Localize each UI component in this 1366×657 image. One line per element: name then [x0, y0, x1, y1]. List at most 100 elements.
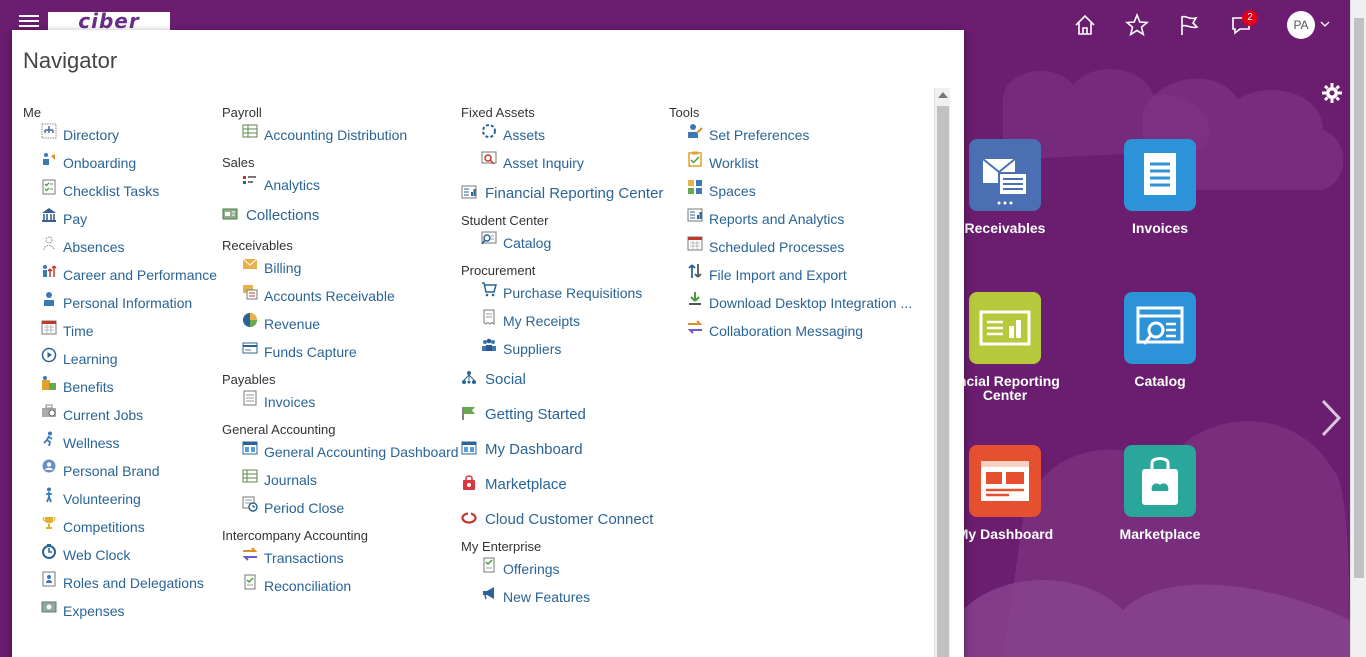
tile-catalog[interactable]	[1124, 292, 1196, 364]
nav-item-download-desktop-integration[interactable]: Download Desktop Integration ...	[687, 289, 924, 317]
nav-item-asset-inquiry[interactable]: Asset Inquiry	[481, 149, 671, 177]
nav-item-accounting-distribution[interactable]: Accounting Distribution	[242, 121, 457, 149]
gear-icon[interactable]	[1321, 82, 1343, 104]
tile-receivables[interactable]	[969, 139, 1041, 211]
navigator-scrollbar-thumb[interactable]	[937, 106, 949, 657]
nav-item-marketplace[interactable]: Marketplace	[461, 468, 671, 503]
nav-item-checklist-tasks[interactable]: Checklist Tasks	[41, 177, 218, 205]
group-title-intercompany-accounting: Intercompany Accounting	[222, 528, 368, 543]
nav-item-offerings[interactable]: Offerings	[481, 555, 671, 583]
page-scrollbar-thumb[interactable]	[1354, 18, 1364, 578]
chevron-down-icon[interactable]	[1320, 19, 1330, 29]
nav-item-accounts-receivable[interactable]: Accounts Receivable	[242, 282, 457, 310]
nav-item-benefits[interactable]: Benefits	[41, 373, 218, 401]
download-icon	[689, 292, 701, 305]
nav-item-new-features[interactable]: New Features	[481, 583, 671, 611]
nav-item-cloud-customer-connect[interactable]: Cloud Customer Connect	[461, 503, 671, 538]
nav-item-period-close[interactable]: Period Close	[242, 494, 457, 522]
invoices-icon	[1144, 153, 1176, 195]
megaphone-icon	[483, 587, 494, 600]
tile-label[interactable]: Marketplace	[1085, 527, 1235, 541]
nav-item-learning[interactable]: Learning	[41, 345, 218, 373]
nav-item-directory[interactable]: Directory	[41, 121, 218, 149]
company-logo[interactable]: ciber	[48, 11, 170, 31]
hamburger-menu-icon[interactable]	[19, 15, 39, 31]
nav-item-competitions[interactable]: Competitions	[41, 513, 218, 541]
favorites-star-icon[interactable]	[1124, 12, 1150, 38]
nav-item-reports-and-analytics[interactable]: Reports and Analytics	[687, 205, 924, 233]
nav-item-career-and-performance[interactable]: Career and Performance	[41, 261, 218, 289]
home-icon[interactable]	[1072, 12, 1098, 38]
nav-item-transactions[interactable]: Transactions	[242, 544, 457, 572]
worklist-icon	[688, 151, 702, 167]
nav-item-getting-started[interactable]: Getting Started	[461, 398, 671, 433]
nav-item-personal-brand[interactable]: Personal Brand	[41, 457, 218, 485]
nav-item-my-dashboard[interactable]: My Dashboard	[461, 433, 671, 468]
onboarding-icon	[43, 153, 55, 165]
nav-item-suppliers[interactable]: Suppliers	[481, 335, 671, 363]
group-title-payables: Payables	[222, 372, 276, 387]
scroll-up-arrow-icon[interactable]	[938, 92, 948, 98]
flag-icon	[462, 407, 475, 420]
nav-item-funds-capture[interactable]: Funds Capture	[242, 338, 457, 366]
dashboard-icon	[242, 441, 258, 455]
receivables-icon	[982, 158, 1028, 205]
nav-item-collaboration-messaging[interactable]: Collaboration Messaging	[687, 317, 924, 345]
tile-invoices[interactable]	[1124, 139, 1196, 211]
journal-icon	[242, 469, 258, 483]
user-avatar[interactable]: PA	[1287, 11, 1315, 39]
period-close-icon	[242, 496, 258, 512]
nav-item-journals[interactable]: Journals	[242, 466, 457, 494]
nav-item-reconciliation[interactable]: Reconciliation	[242, 572, 457, 600]
nav-item-purchase-requisitions[interactable]: Purchase Requisitions	[481, 279, 671, 307]
nav-item-scheduled-processes[interactable]: Scheduled Processes	[687, 233, 924, 261]
nav-item-personal-information[interactable]: Personal Information	[41, 289, 218, 317]
tile-marketplace[interactable]	[1124, 445, 1196, 517]
nav-item-catalog[interactable]: Catalog	[481, 229, 671, 257]
nav-item-roles-and-delegations[interactable]: Roles and Delegations	[41, 569, 218, 597]
nav-item-general-accounting-dashboard[interactable]: General Accounting Dashboard	[242, 438, 459, 466]
tile-label[interactable]: Invoices	[1085, 221, 1235, 235]
play-circle-icon	[41, 347, 57, 363]
nav-item-expenses[interactable]: Expenses	[41, 597, 218, 625]
nav-item-collections[interactable]: Collections	[222, 199, 457, 234]
offerings-icon	[483, 557, 495, 573]
nav-item-web-clock[interactable]: Web Clock	[41, 541, 218, 569]
nav-item-spaces[interactable]: Spaces	[687, 177, 924, 205]
nav-item-my-receipts[interactable]: My Receipts	[481, 307, 671, 335]
nav-item-current-jobs[interactable]: Current Jobs	[41, 401, 218, 429]
watchlist-flag-icon[interactable]	[1176, 12, 1202, 38]
career-icon	[43, 265, 57, 277]
nav-item-file-import-and-export[interactable]: File Import and Export	[687, 261, 924, 289]
tile-my-dashboard[interactable]	[969, 445, 1041, 517]
nav-item-financial-reporting-center[interactable]: Financial Reporting Center	[461, 177, 671, 212]
nav-item-pay[interactable]: Pay	[41, 205, 218, 233]
tile-label[interactable]: Catalog	[1085, 374, 1235, 388]
nav-item-time[interactable]: Time	[41, 317, 218, 345]
next-page-arrow-icon[interactable]	[1318, 398, 1344, 438]
nav-item-volunteering[interactable]: Volunteering	[41, 485, 218, 513]
nav-item-onboarding[interactable]: Onboarding	[41, 149, 218, 177]
group-title-my-enterprise: My Enterprise	[461, 539, 542, 554]
social-network-icon	[462, 371, 476, 384]
group-title-tools: Tools	[669, 105, 700, 120]
spaces-icon	[688, 180, 702, 194]
preferences-icon	[688, 124, 703, 138]
nav-item-set-preferences[interactable]: Set Preferences	[687, 121, 924, 149]
navigator-scrollbar[interactable]	[934, 88, 950, 657]
nav-item-analytics[interactable]: Analytics	[242, 171, 457, 199]
page-scrollbar[interactable]	[1350, 0, 1366, 657]
tile-financial-reporting-center[interactable]	[969, 292, 1041, 364]
oracle-connect-icon	[461, 512, 477, 524]
nav-item-invoices[interactable]: Invoices	[242, 388, 457, 416]
nav-item-assets[interactable]: Assets	[481, 121, 671, 149]
analytics-icon	[243, 176, 256, 184]
financial-reporting-icon	[979, 310, 1031, 346]
nav-item-social[interactable]: Social	[461, 363, 671, 398]
nav-item-wellness[interactable]: Wellness	[41, 429, 218, 457]
nav-item-absences[interactable]: Absences	[41, 233, 218, 261]
group-title-procurement: Procurement	[461, 263, 536, 278]
nav-item-billing[interactable]: Billing	[242, 254, 457, 282]
nav-item-revenue[interactable]: Revenue	[242, 310, 457, 338]
nav-item-worklist[interactable]: Worklist	[687, 149, 924, 177]
